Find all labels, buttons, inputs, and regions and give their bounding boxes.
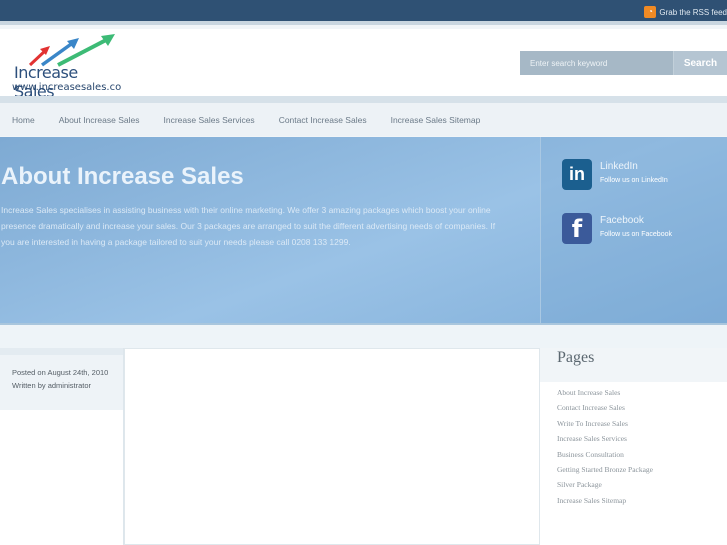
sidebar-title: Pages <box>540 348 727 382</box>
facebook-sub: Follow us on Facebook <box>600 231 672 238</box>
search-form: Search <box>520 51 727 75</box>
hero-divider <box>0 323 727 348</box>
nav-services[interactable]: Increase Sales Services <box>164 115 255 125</box>
rss-label: Grab the RSS feed <box>659 7 727 17</box>
nav-divider <box>0 96 727 103</box>
top-bar: ◔ Grab the RSS feed <box>0 0 727 25</box>
post-meta: Posted on August 24th, 2010 Written by a… <box>0 348 124 545</box>
rss-link[interactable]: ◔ Grab the RSS feed <box>644 6 727 18</box>
main-content <box>124 348 540 545</box>
page-link[interactable]: About Increase Sales <box>557 385 710 400</box>
facebook-name: Facebook <box>600 215 644 226</box>
facebook-link[interactable]: f Facebook Follow us on Facebook <box>562 213 672 244</box>
pages-list: About Increase Sales Contact Increase Sa… <box>540 382 727 511</box>
linkedin-icon: in <box>562 159 592 190</box>
page-title: About Increase Sales <box>1 163 244 190</box>
page-link[interactable]: Increase Sales Services <box>557 431 710 446</box>
linkedin-sub: Follow us on LinkedIn <box>600 177 668 184</box>
page-link[interactable]: Write To Increase Sales <box>557 416 710 431</box>
page-link[interactable]: Silver Package <box>557 477 710 492</box>
header: Increase Sales www.increasesales.co Sear… <box>0 29 727 101</box>
sidebar: Pages About Increase Sales Contact Incre… <box>540 348 727 545</box>
nav-about[interactable]: About Increase Sales <box>59 115 140 125</box>
nav-sitemap[interactable]: Increase Sales Sitemap <box>391 115 481 125</box>
arrows-icon <box>28 34 115 67</box>
logo[interactable]: Increase Sales www.increasesales.co <box>12 33 122 101</box>
rss-icon: ◔ <box>644 6 657 18</box>
posted-date: Posted on August 24th, 2010 <box>12 368 109 377</box>
logo-url: www.increasesales.co <box>12 82 122 93</box>
search-input[interactable] <box>520 51 673 75</box>
search-button[interactable]: Search <box>673 51 727 75</box>
facebook-icon: f <box>562 213 592 244</box>
nav-home[interactable]: Home <box>12 115 35 125</box>
social-panel: in LinkedIn Follow us on LinkedIn f Face… <box>540 137 727 323</box>
page-link[interactable]: Getting Started Bronze Package <box>557 462 710 477</box>
hero-text: Increase Sales specialises in assisting … <box>1 205 496 247</box>
linkedin-link[interactable]: in LinkedIn Follow us on LinkedIn <box>562 159 668 190</box>
page-link[interactable]: Contact Increase Sales <box>557 400 710 415</box>
page-link[interactable]: Increase Sales Sitemap <box>557 493 710 508</box>
linkedin-name: LinkedIn <box>600 161 638 172</box>
hero: About Increase Sales Increase Sales spec… <box>0 137 727 323</box>
page-link[interactable]: Business Consultation <box>557 447 710 462</box>
main-nav: Home About Increase Sales Increase Sales… <box>0 103 727 136</box>
nav-contact[interactable]: Contact Increase Sales <box>279 115 367 125</box>
post-author: Written by administrator <box>12 381 92 390</box>
